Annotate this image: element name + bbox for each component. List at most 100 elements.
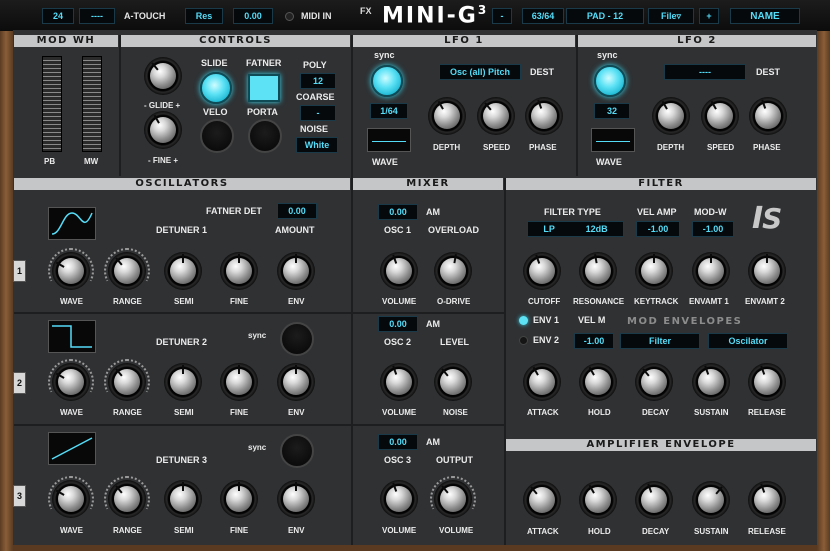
atouch-amount-display[interactable]: 0.00 (233, 8, 273, 24)
detuner2-label: DETUNER 2 (156, 337, 208, 347)
osc2-am-display[interactable]: 0.00 (378, 316, 418, 332)
lfo2-sync-toggle[interactable] (594, 65, 626, 97)
lfo1-depth-knob[interactable] (428, 97, 466, 135)
osc1-range-knob[interactable] (104, 248, 150, 290)
amp-sustain-knob[interactable] (692, 481, 730, 519)
cutoff-knob[interactable] (523, 252, 561, 290)
glide-knob[interactable] (144, 57, 182, 95)
vel-amp-display[interactable]: -1.00 (636, 221, 680, 237)
osc3-sync-toggle[interactable] (280, 434, 314, 468)
lfo2-wave-display[interactable] (591, 128, 635, 152)
osc2-wave-display[interactable] (48, 320, 96, 353)
osc3-wave-knob[interactable] (48, 476, 94, 518)
preset-prev-button[interactable]: - (492, 8, 512, 24)
lfo2-depth-knob[interactable] (652, 97, 690, 135)
amount-label: AMOUNT (275, 225, 315, 235)
lfo2-speed-knob[interactable] (701, 97, 739, 135)
envamt2-knob[interactable] (748, 252, 786, 290)
osc2-env-knob[interactable] (277, 363, 315, 401)
osc2-fine-knob[interactable] (220, 363, 258, 401)
preset-name-display[interactable]: PAD - 12 (566, 8, 644, 24)
amp-attack-knob[interactable] (523, 481, 561, 519)
lfo2-rate-display[interactable]: 32 (594, 103, 630, 119)
osc3-tab[interactable]: 3 (13, 485, 26, 507)
osc3-range-knob[interactable] (104, 476, 150, 518)
program-bank-display[interactable]: ---- (79, 8, 115, 24)
pitch-bend-wheel[interactable] (42, 56, 62, 152)
osc1-semi-knob[interactable] (164, 252, 202, 290)
envamt2-label: ENVAMT 2 (745, 297, 785, 306)
osc2-wave-label: WAVE (60, 408, 83, 417)
lfo2-dest-label: DEST (756, 67, 781, 77)
osc1-volume-knob[interactable] (380, 252, 418, 290)
mod-decay-knob[interactable] (635, 363, 673, 401)
mod-wheel[interactable] (82, 56, 102, 152)
porta-toggle[interactable] (248, 119, 282, 153)
osc3-wave-display[interactable] (48, 432, 96, 465)
coarse-display[interactable]: - (300, 105, 336, 121)
env1-led[interactable] (519, 316, 528, 325)
amp-hold-knob[interactable] (579, 481, 617, 519)
amp-release-knob[interactable] (748, 481, 786, 519)
filter-header: FILTER (506, 178, 816, 190)
osc2-tab[interactable]: 2 (13, 372, 26, 394)
vel-m-display[interactable]: -1.00 (574, 333, 614, 349)
atouch-dest-display[interactable]: Res (185, 8, 223, 24)
file-menu[interactable]: File▿ (648, 8, 694, 24)
noise-level-knob[interactable] (434, 363, 472, 401)
slide-toggle[interactable] (200, 72, 232, 104)
osc1-fine-knob[interactable] (220, 252, 258, 290)
osc3-volume-knob[interactable] (380, 480, 418, 518)
fatner-det-display[interactable]: 0.00 (277, 203, 317, 219)
fatner-toggle[interactable] (248, 74, 280, 102)
keytrack-knob[interactable] (635, 252, 673, 290)
poly-label: POLY (303, 60, 327, 70)
osc1-env-knob[interactable] (277, 252, 315, 290)
poly-display[interactable]: 12 (300, 73, 336, 89)
preset-next-button[interactable]: + (699, 8, 719, 24)
lfo1-phase-knob[interactable] (525, 97, 563, 135)
osc3-am-display[interactable]: 0.00 (378, 434, 418, 450)
env2-led[interactable] (519, 336, 528, 345)
mod-attack-knob[interactable] (523, 363, 561, 401)
osc1-wave-knob[interactable] (48, 248, 94, 290)
osc2-semi-knob[interactable] (164, 363, 202, 401)
envamt1-knob[interactable] (692, 252, 730, 290)
mod-w-display[interactable]: -1.00 (692, 221, 734, 237)
osc1-wave-display[interactable] (48, 207, 96, 240)
mod-sustain-knob[interactable] (692, 363, 730, 401)
lfo2-phase-knob[interactable] (749, 97, 787, 135)
filter-slope-value: 12dB (585, 224, 608, 234)
lfo1-rate-display[interactable]: 1/64 (370, 103, 408, 119)
amp-decay-knob[interactable] (635, 481, 673, 519)
lfo1-dest-display[interactable]: Osc (all) Pitch (439, 64, 521, 80)
mod-release-knob[interactable] (748, 363, 786, 401)
lfo1-wave-display[interactable] (367, 128, 411, 152)
fine-knob[interactable] (144, 111, 182, 149)
osc2-sync-toggle[interactable] (280, 322, 314, 356)
osc3-env-knob[interactable] (277, 480, 315, 518)
env-target2-display[interactable]: Oscilator (708, 333, 788, 349)
osc2-wave-knob[interactable] (48, 359, 94, 401)
program-number-display[interactable]: 24 (42, 8, 74, 24)
mod-hold-knob[interactable] (579, 363, 617, 401)
osc2-volume-knob[interactable] (380, 363, 418, 401)
overdrive-knob[interactable] (434, 252, 472, 290)
square-wave-icon (52, 325, 92, 348)
env-target1-display[interactable]: Filter (620, 333, 700, 349)
velo-toggle[interactable] (200, 119, 234, 153)
lfo2-dest-display[interactable]: ---- (664, 64, 746, 80)
osc1-am-display[interactable]: 0.00 (378, 204, 418, 220)
filter-type-label: FILTER TYPE (544, 207, 601, 217)
osc3-semi-knob[interactable] (164, 480, 202, 518)
output-knob[interactable] (430, 476, 476, 518)
osc2-range-knob[interactable] (104, 359, 150, 401)
resonance-knob[interactable] (579, 252, 617, 290)
osc1-tab[interactable]: 1 (13, 260, 26, 282)
lfo1-sync-toggle[interactable] (371, 65, 403, 97)
noise-type-display[interactable]: White (296, 137, 338, 153)
lfo1-speed-knob[interactable] (477, 97, 515, 135)
name-button[interactable]: NAME (730, 8, 800, 24)
osc3-fine-knob[interactable] (220, 480, 258, 518)
filter-type-display[interactable]: LP 12dB (527, 221, 624, 237)
